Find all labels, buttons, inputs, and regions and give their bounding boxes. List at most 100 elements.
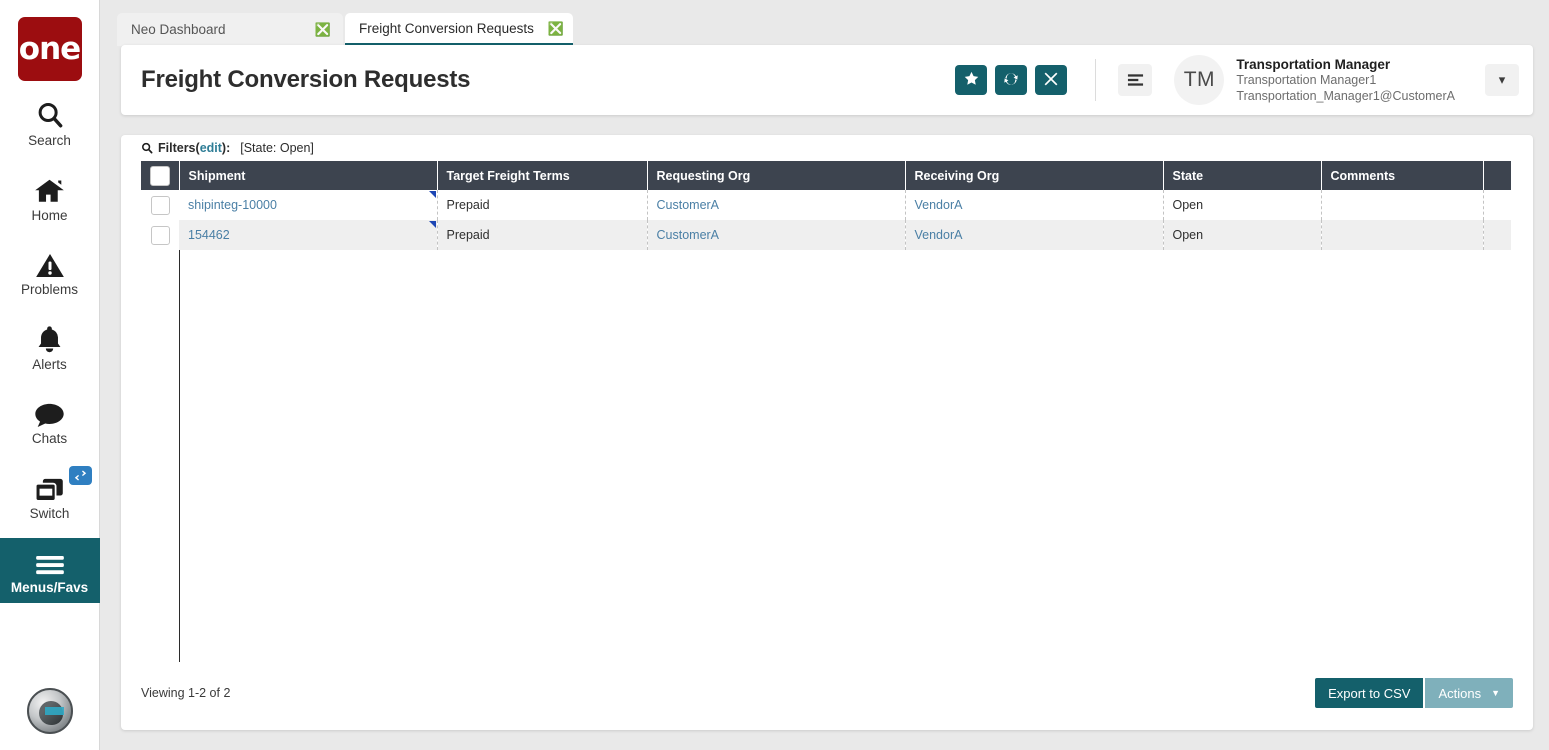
user-info: Transportation Manager Transportation Ma… bbox=[1236, 56, 1455, 105]
tab-freight-conversion-requests[interactable]: Freight Conversion Requests ❎ bbox=[345, 13, 573, 46]
row-checkbox[interactable] bbox=[150, 225, 170, 245]
x-icon bbox=[1044, 72, 1058, 89]
sidebar-item-problems[interactable]: Problems bbox=[0, 240, 100, 305]
list-menu-icon[interactable] bbox=[1118, 64, 1153, 96]
search-icon bbox=[35, 100, 65, 130]
select-all-checkbox[interactable] bbox=[149, 165, 170, 186]
windows-icon bbox=[34, 473, 65, 503]
column-header-comments[interactable]: Comments bbox=[1321, 161, 1484, 190]
receiving-org-link[interactable]: VendorA bbox=[915, 228, 963, 242]
bell-icon bbox=[36, 324, 63, 354]
swap-arrows-icon[interactable] bbox=[68, 465, 92, 485]
close-circle-icon[interactable]: ❎ bbox=[534, 22, 564, 35]
page-header: Freight Conversion Requests TM Transport… bbox=[121, 45, 1533, 115]
requesting-org-link[interactable]: CustomerA bbox=[657, 228, 720, 242]
favorite-button[interactable] bbox=[955, 65, 988, 95]
user-username: Transportation Manager1 bbox=[1236, 72, 1377, 87]
sidebar-item-label: Search bbox=[28, 133, 71, 148]
sidebar-item-home[interactable]: Home bbox=[0, 166, 100, 231]
cell-note-flag-icon bbox=[428, 221, 436, 228]
row-select-cell bbox=[141, 220, 179, 250]
star-icon bbox=[964, 71, 979, 89]
close-button[interactable] bbox=[1035, 65, 1068, 95]
cell-comments bbox=[1321, 220, 1484, 250]
sidebar-item-label: Menus/Favs bbox=[10, 580, 89, 595]
user-email: Transportation_Manager1@CustomerA bbox=[1236, 88, 1455, 103]
cell-shipment: shipinteg-10000 bbox=[179, 190, 438, 220]
filters-label: Filters bbox=[158, 141, 196, 155]
column-header-spacer bbox=[1483, 161, 1511, 190]
cell-target-freight-terms: Prepaid bbox=[437, 220, 648, 250]
freight-conversion-requests-table: Shipment Target Freight Terms Requesting… bbox=[141, 161, 1511, 250]
warning-icon bbox=[35, 249, 65, 279]
sidebar-item-menus-favs[interactable]: Menus/Favs bbox=[0, 538, 100, 603]
cell-state: Open bbox=[1163, 220, 1322, 250]
home-icon bbox=[34, 175, 65, 205]
sidebar-item-alerts[interactable]: Alerts bbox=[0, 315, 100, 380]
avatar[interactable]: TM bbox=[1174, 55, 1225, 105]
caret-down-icon: ▼ bbox=[1491, 688, 1500, 698]
cell-state: Open bbox=[1163, 190, 1322, 220]
shipment-link[interactable]: 154462 bbox=[188, 228, 230, 242]
sidebar-item-label: Alerts bbox=[32, 356, 67, 372]
cell-receiving-org: VendorA bbox=[905, 190, 1164, 220]
filters-close-paren: ): bbox=[221, 141, 231, 155]
cell-target-freight-terms: Prepaid bbox=[437, 190, 648, 220]
column-header-target-freight-terms[interactable]: Target Freight Terms bbox=[437, 161, 648, 190]
table-header-row: Shipment Target Freight Terms Requesting… bbox=[141, 161, 1511, 190]
search-icon bbox=[141, 142, 153, 154]
actions-button-label: Actions bbox=[1438, 685, 1482, 701]
export-to-csv-button[interactable]: Export to CSV bbox=[1315, 678, 1424, 708]
user-menu-chevron-down-icon[interactable]: ▾ bbox=[1485, 64, 1519, 96]
record-count-text: Viewing 1-2 of 2 bbox=[141, 686, 231, 700]
cell-receiving-org: VendorA bbox=[905, 220, 1164, 250]
cell-note-flag-icon bbox=[428, 191, 436, 198]
filters-bar: Filters (edit): [State: Open] bbox=[121, 135, 1533, 161]
cell-requesting-org: CustomerA bbox=[647, 190, 906, 220]
hamburger-icon bbox=[35, 547, 65, 577]
sidebar-item-chats[interactable]: Chats bbox=[0, 389, 100, 454]
row-select-cell bbox=[141, 190, 179, 220]
shipment-link[interactable]: shipinteg-10000 bbox=[188, 198, 277, 212]
sidebar-item-switch[interactable]: Switch bbox=[0, 464, 100, 529]
column-header-requesting-org[interactable]: Requesting Org bbox=[647, 161, 906, 190]
data-grid: Shipment Target Freight Terms Requesting… bbox=[141, 161, 1511, 662]
brand-logo[interactable]: one bbox=[17, 17, 82, 81]
cell-requesting-org: CustomerA bbox=[647, 220, 906, 250]
requesting-org-link[interactable]: CustomerA bbox=[657, 198, 720, 212]
table-row[interactable]: 154462 Prepaid CustomerA VendorA Open bbox=[141, 220, 1511, 250]
app-root: one Search Home Problems Alerts Chats Sw… bbox=[0, 0, 1549, 750]
cell-comments bbox=[1321, 190, 1484, 220]
left-sidebar: one Search Home Problems Alerts Chats Sw… bbox=[0, 0, 100, 750]
row-checkbox[interactable] bbox=[150, 195, 170, 215]
cell-spacer bbox=[1483, 220, 1511, 250]
tab-strip: Neo Dashboard ❎ Freight Conversion Reque… bbox=[101, 0, 1549, 46]
actions-button[interactable]: Actions ▼ bbox=[1425, 678, 1513, 708]
table-row[interactable]: shipinteg-10000 Prepaid CustomerA Vendor… bbox=[141, 190, 1511, 220]
page-title: Freight Conversion Requests bbox=[141, 66, 471, 93]
close-circle-icon[interactable]: ❎ bbox=[301, 23, 331, 36]
grid-frozen-column-divider bbox=[179, 250, 180, 662]
main-content-card: Filters (edit): [State: Open] Shipment T… bbox=[121, 135, 1533, 730]
cell-shipment: 154462 bbox=[179, 220, 438, 250]
chat-icon bbox=[34, 398, 65, 428]
user-role: Transportation Manager bbox=[1236, 56, 1391, 72]
column-header-shipment[interactable]: Shipment bbox=[179, 161, 438, 190]
select-all-header bbox=[141, 161, 180, 190]
grid-footer: Viewing 1-2 of 2 Export to CSV Actions ▼ bbox=[121, 656, 1533, 730]
tab-neo-dashboard[interactable]: Neo Dashboard ❎ bbox=[117, 13, 343, 46]
sidebar-item-label: Problems bbox=[20, 282, 79, 297]
refresh-button[interactable] bbox=[995, 65, 1028, 95]
tab-label: Neo Dashboard bbox=[131, 22, 226, 37]
filters-edit-link[interactable]: edit bbox=[200, 141, 222, 155]
cell-spacer bbox=[1483, 190, 1511, 220]
header-controls: TM Transportation Manager Transportation… bbox=[947, 55, 1533, 105]
sidebar-item-search[interactable]: Search bbox=[0, 91, 100, 156]
sidebar-item-label: Switch bbox=[29, 505, 70, 521]
ai-assistant-orb-icon[interactable] bbox=[26, 688, 73, 734]
footer-buttons: Export to CSV Actions ▼ bbox=[1315, 678, 1513, 708]
refresh-icon bbox=[1003, 71, 1019, 90]
receiving-org-link[interactable]: VendorA bbox=[915, 198, 963, 212]
column-header-receiving-org[interactable]: Receiving Org bbox=[905, 161, 1164, 190]
column-header-state[interactable]: State bbox=[1163, 161, 1322, 190]
